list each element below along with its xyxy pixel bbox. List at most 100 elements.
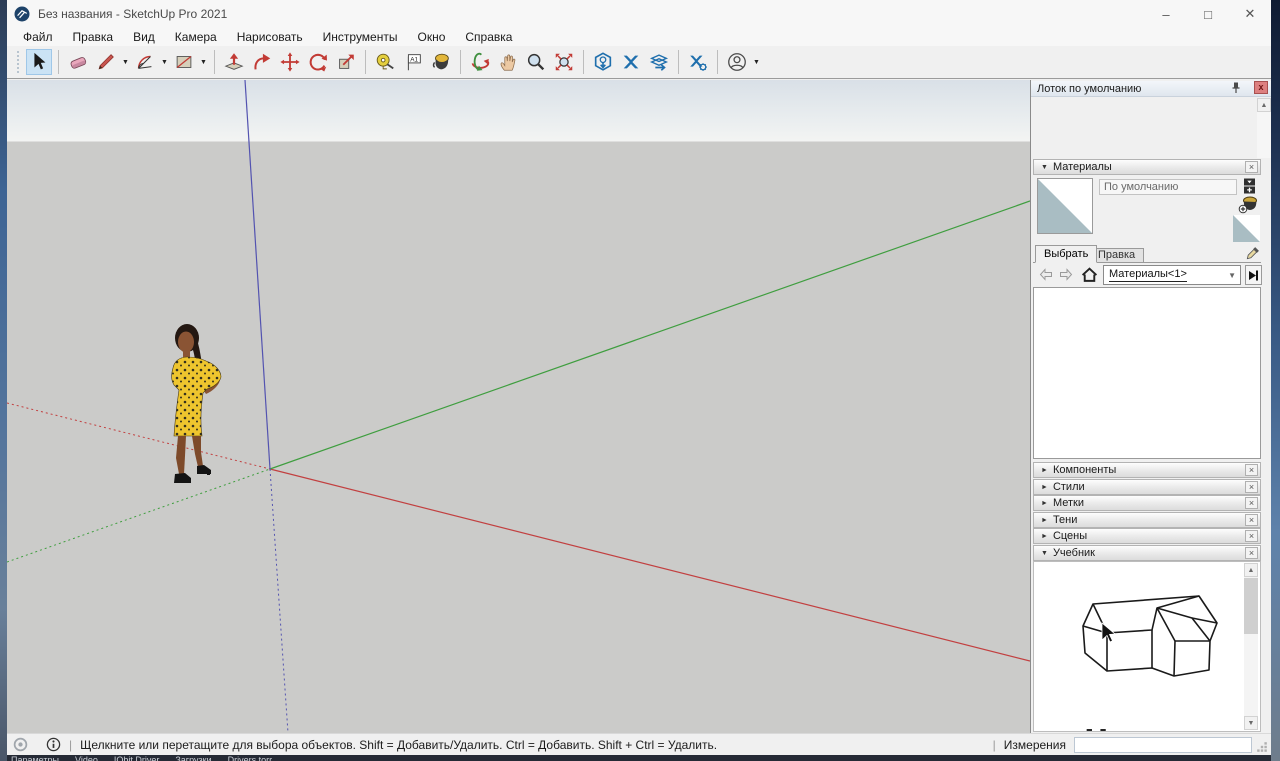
shapes-tool-dropdown[interactable]: ▼	[198, 49, 209, 75]
zoom-extents-tool-button[interactable]	[551, 49, 577, 75]
scroll-up-icon[interactable]: ▲	[1257, 98, 1271, 112]
toolbar-grip[interactable]	[17, 51, 21, 73]
default-tray-panel: Лоток по умолчанию x ▲ ▼ Материалы ×	[1030, 80, 1271, 733]
collections-dropdown[interactable]: Материалы<1> ▼	[1103, 265, 1241, 285]
menu-file[interactable]: Файл	[13, 30, 63, 44]
instructor-house-sketch	[1082, 588, 1242, 708]
section-tags[interactable]: ► Метки ×	[1033, 495, 1261, 511]
desktop-label: Drivers.torr...	[228, 755, 280, 761]
move-tool-button[interactable]	[277, 49, 303, 75]
geolocation-icon[interactable]	[13, 737, 28, 752]
section-scenes[interactable]: ► Сцены ×	[1033, 528, 1261, 544]
section-materials[interactable]: ▼ Материалы ×	[1033, 159, 1261, 175]
menu-view[interactable]: Вид	[123, 30, 165, 44]
eraser-tool-button[interactable]	[65, 49, 91, 75]
desktop-label: Video	[75, 755, 98, 761]
scale-tool-button[interactable]	[333, 49, 359, 75]
section-shadows[interactable]: ► Тени ×	[1033, 512, 1261, 528]
push-pull-tool-button[interactable]	[221, 49, 247, 75]
forward-arrow-icon[interactable]	[1059, 268, 1073, 286]
rotate-tool-button[interactable]	[305, 49, 331, 75]
menu-help[interactable]: Справка	[455, 30, 522, 44]
material-name-field[interactable]: По умолчанию	[1099, 179, 1237, 195]
pan-tool-button[interactable]	[495, 49, 521, 75]
zoom-magnifier-icon	[525, 51, 547, 73]
collections-value: Материалы<1>	[1109, 268, 1187, 282]
chevron-right-icon: ►	[1041, 500, 1048, 507]
scroll-up-icon[interactable]: ▲	[1244, 563, 1258, 577]
section-close-button[interactable]: ×	[1245, 464, 1258, 476]
text-label-icon: A1	[402, 51, 424, 73]
line-tool-dropdown[interactable]: ▼	[120, 49, 131, 75]
instructor-scrollbar[interactable]: ▲ ▼	[1244, 563, 1258, 730]
tray-scrollbar[interactable]: ▲	[1257, 98, 1271, 158]
back-arrow-icon[interactable]	[1039, 268, 1053, 286]
maximize-button[interactable]: □	[1187, 0, 1229, 28]
measurements-input[interactable]	[1074, 737, 1252, 753]
orbit-tool-button[interactable]	[467, 49, 493, 75]
desktop-label: Загрузки	[175, 755, 211, 761]
arcs-tool-dropdown[interactable]: ▼	[159, 49, 170, 75]
section-close-button[interactable]: ×	[1245, 530, 1258, 542]
materials-tabs: Выбрать Правка	[1033, 245, 1261, 263]
extension-warehouse-button[interactable]	[618, 49, 644, 75]
pin-icon[interactable]	[1229, 81, 1243, 95]
details-arrow-button[interactable]	[1245, 265, 1262, 285]
tape-measure-tool-button[interactable]	[372, 49, 398, 75]
info-icon[interactable]	[46, 737, 61, 752]
section-close-button[interactable]: ×	[1245, 514, 1258, 526]
model-viewport[interactable]	[7, 80, 1030, 733]
scroll-down-icon[interactable]: ▼	[1244, 716, 1258, 730]
status-separator: |	[69, 738, 72, 752]
tray-close-button[interactable]: x	[1254, 81, 1268, 94]
measurements-label: Измерения	[1004, 738, 1066, 752]
scrollbar-thumb[interactable]	[1244, 578, 1258, 634]
tab-select[interactable]: Выбрать	[1035, 245, 1097, 263]
menu-camera[interactable]: Камера	[165, 30, 227, 44]
arcs-tool-button[interactable]	[132, 49, 158, 75]
section-components[interactable]: ► Компоненты ×	[1033, 462, 1261, 478]
section-close-button[interactable]: ×	[1245, 547, 1258, 559]
window-controls: – □ ✕	[1145, 0, 1271, 28]
section-close-button[interactable]: ×	[1245, 481, 1258, 493]
chevron-down-icon: ▼	[1041, 164, 1048, 171]
extension-manager-button[interactable]	[685, 49, 711, 75]
sketchup-logo-icon	[14, 6, 30, 22]
tray-title: Лоток по умолчанию	[1037, 83, 1141, 95]
arc-protractor-icon	[134, 51, 156, 73]
minimize-button[interactable]: –	[1145, 0, 1187, 28]
title-bar: Без названия - SketchUp Pro 2021 – □ ✕	[7, 0, 1271, 28]
close-button[interactable]: ✕	[1229, 0, 1271, 28]
section-close-button[interactable]: ×	[1245, 497, 1258, 509]
default-material-swatch[interactable]	[1233, 215, 1260, 242]
section-label: Компоненты	[1053, 464, 1116, 476]
follow-me-tool-button[interactable]	[249, 49, 275, 75]
sign-in-dropdown[interactable]: ▼	[751, 49, 762, 75]
line-tool-button[interactable]	[93, 49, 119, 75]
text-tool-button[interactable]: A1	[400, 49, 426, 75]
menu-tools[interactable]: Инструменты	[313, 30, 408, 44]
paint-bucket-icon	[430, 51, 452, 73]
section-styles[interactable]: ► Стили ×	[1033, 479, 1261, 495]
section-instructor[interactable]: ▼ Учебник ×	[1033, 545, 1261, 561]
toolbar-separator	[460, 50, 461, 74]
sample-paint-eyedropper-icon[interactable]	[1245, 246, 1260, 266]
materials-list[interactable]	[1033, 287, 1261, 459]
get-models-button[interactable]	[590, 49, 616, 75]
menu-edit[interactable]: Правка	[63, 30, 124, 44]
zoom-tool-button[interactable]	[523, 49, 549, 75]
section-close-button[interactable]: ×	[1245, 161, 1258, 173]
shapes-tool-button[interactable]	[171, 49, 197, 75]
paint-bucket-tool-button[interactable]	[428, 49, 454, 75]
rectangle-icon	[173, 51, 195, 73]
move-icon	[279, 51, 301, 73]
resize-grip-icon[interactable]	[1256, 741, 1268, 753]
home-icon[interactable]	[1081, 266, 1098, 288]
scale-icon	[335, 51, 357, 73]
share-model-button[interactable]	[646, 49, 672, 75]
desktop-left-strip	[0, 0, 7, 761]
select-tool-button[interactable]	[26, 49, 52, 75]
menu-draw[interactable]: Нарисовать	[227, 30, 313, 44]
menu-window[interactable]: Окно	[407, 30, 455, 44]
sign-in-button[interactable]	[724, 49, 750, 75]
